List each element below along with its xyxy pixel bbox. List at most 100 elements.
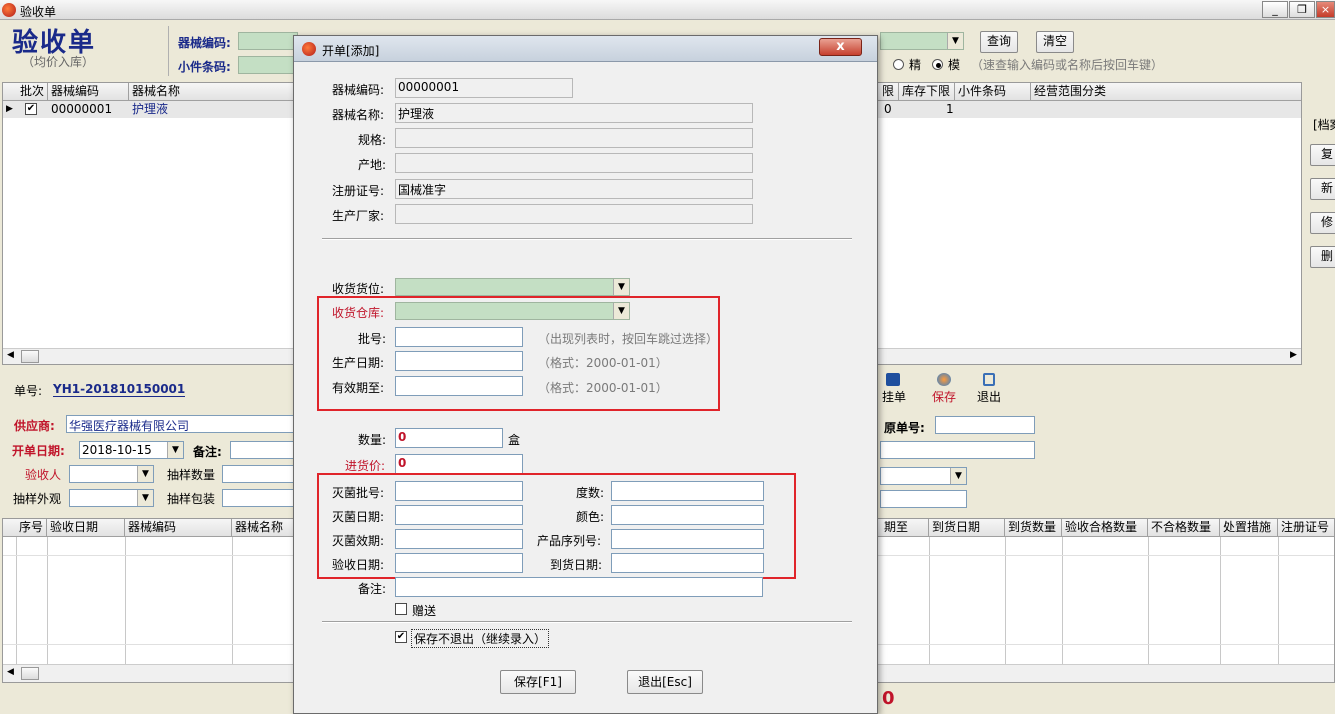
dialog-exit-button[interactable]: 退出[Esc]	[627, 670, 703, 694]
exit-button[interactable]: 退出	[977, 388, 1001, 405]
dlg-batch-input[interactable]	[395, 327, 523, 347]
supplier-input[interactable]: 华强医疗器械有限公司	[66, 415, 296, 433]
col-limit[interactable]: 限	[879, 83, 899, 101]
scroll-left-icon[interactable]: ◀	[7, 350, 14, 360]
dlg-steril-valid-input[interactable]	[395, 529, 523, 549]
dlg-origin-input[interactable]	[395, 153, 753, 173]
row-limit: 0	[884, 102, 892, 116]
dlg-color-input[interactable]	[611, 505, 764, 525]
dlg-steril-date-input[interactable]	[395, 505, 523, 525]
dlg-recv-location-select[interactable]: ▼	[395, 278, 630, 296]
dlg-spec-label: 规格:	[358, 133, 387, 147]
date-dropdown-icon[interactable]: ▼	[167, 442, 183, 458]
open-date-input[interactable]: 2018-10-15 ▼	[79, 441, 184, 459]
delete-button[interactable]: 删	[1310, 246, 1335, 268]
dlg-arrival-date-input[interactable]	[611, 553, 764, 573]
dlg-inspect-date-input[interactable]	[395, 553, 523, 573]
dlg-qty-input[interactable]: 0	[395, 428, 503, 448]
scroll-thumb[interactable]	[21, 350, 39, 363]
dlg-degree-label: 度数:	[576, 486, 605, 500]
dlg-steril-batch-input[interactable]	[395, 481, 523, 501]
remark-input[interactable]	[230, 441, 296, 459]
search-select[interactable]: ▼	[880, 32, 964, 50]
dlg-spec-input[interactable]	[395, 128, 753, 148]
col-disposal[interactable]: 处置措施	[1220, 519, 1278, 537]
dlg-degree-input[interactable]	[611, 481, 764, 501]
keep-open-checkbox[interactable]: ✔	[395, 631, 407, 643]
device-code-input[interactable]	[238, 32, 298, 50]
small-barcode-input[interactable]	[238, 56, 298, 74]
col-pass-qty[interactable]: 验收合格数量	[1062, 519, 1148, 537]
new-button[interactable]: 新	[1310, 178, 1335, 200]
orig-no-input[interactable]	[935, 416, 1035, 434]
dialog-save-button[interactable]: 保存[F1]	[500, 670, 576, 694]
hang-icon[interactable]	[886, 373, 900, 386]
exit-icon[interactable]	[983, 373, 995, 386]
chevron-down-icon[interactable]: ▼	[137, 490, 153, 506]
scroll-right-icon[interactable]: ▶	[1290, 350, 1297, 360]
chevron-down-icon[interactable]: ▼	[613, 303, 629, 319]
scroll-thumb[interactable]	[21, 667, 39, 680]
col-reg-no[interactable]: 注册证号	[1278, 519, 1334, 537]
col-inspect-date[interactable]: 验收日期	[47, 519, 125, 537]
sample-qty-input[interactable]	[222, 465, 296, 483]
clear-button[interactable]: 清空	[1036, 31, 1074, 53]
right-input-2[interactable]	[880, 441, 1035, 459]
radio-fuzzy[interactable]	[932, 59, 943, 70]
right-input-4[interactable]	[880, 490, 967, 508]
sample-pack-input[interactable]	[222, 489, 296, 507]
dlg-price-input[interactable]: 0	[395, 454, 523, 474]
scroll-left-icon[interactable]: ◀	[7, 667, 14, 677]
dlg-qty-label: 数量:	[358, 433, 387, 447]
dlg-valid-until-input[interactable]	[395, 376, 523, 396]
dlg-reg-no-input[interactable]: 国械准字	[395, 179, 753, 199]
query-button[interactable]: 查询	[980, 31, 1018, 53]
col-fail-qty[interactable]: 不合格数量	[1148, 519, 1220, 537]
col-device-code[interactable]: 器械编码	[125, 519, 232, 537]
dlg-reg-no-label: 注册证号:	[332, 184, 385, 198]
dlg-batch-hint: （出现列表时，按回车跳过选择）	[538, 332, 719, 346]
maximize-icon[interactable]: ❐	[1289, 1, 1315, 18]
dlg-manufacturer-input[interactable]	[395, 204, 753, 224]
keep-open-label: 保存不退出（继续录入）	[411, 629, 550, 648]
dlg-recv-warehouse-select[interactable]: ▼	[395, 302, 630, 320]
col-batch[interactable]: 批次	[17, 83, 48, 101]
dlg-note-input[interactable]	[395, 577, 763, 597]
dlg-device-code-input[interactable]: 00000001	[395, 78, 573, 98]
minimize-icon[interactable]: _	[1262, 1, 1288, 18]
col-business-scope[interactable]: 经营范围分类	[1031, 83, 1301, 101]
inspector-select[interactable]: ▼	[69, 465, 154, 483]
col-seq[interactable]: 序号	[16, 519, 47, 537]
modify-button[interactable]: 修	[1310, 212, 1335, 234]
dlg-serial-input[interactable]	[611, 529, 764, 549]
order-no-value: YH1-201810150001	[53, 382, 186, 397]
window-close-icon[interactable]: ×	[1316, 1, 1335, 18]
col-device-name[interactable]: 器械名称	[129, 83, 299, 101]
sample-look-select[interactable]: ▼	[69, 489, 154, 507]
chevron-down-icon[interactable]: ▼	[137, 466, 153, 482]
chevron-down-icon[interactable]: ▼	[613, 279, 629, 295]
dlg-steril-date-label: 灭菌日期:	[332, 510, 385, 524]
hang-button[interactable]: 挂单	[882, 388, 906, 405]
dlg-prod-date-input[interactable]	[395, 351, 523, 371]
save-icon[interactable]	[937, 373, 951, 386]
gift-checkbox[interactable]	[395, 603, 407, 615]
chevron-down-icon[interactable]: ▼	[947, 33, 963, 49]
chevron-down-icon[interactable]: ▼	[950, 468, 966, 484]
dlg-qty-unit: 盒	[508, 433, 521, 447]
col-device-code[interactable]: 器械编码	[48, 83, 129, 101]
right-select-3[interactable]: ▼	[880, 467, 967, 485]
col-small-barcode[interactable]: 小件条码	[955, 83, 1031, 101]
copy-button[interactable]: 复	[1310, 144, 1335, 166]
col-arrival-qty[interactable]: 到货数量	[1005, 519, 1062, 537]
col-valid-until[interactable]: 期至	[881, 519, 929, 537]
dialog-close-icon[interactable]: x	[819, 38, 862, 56]
col-stock-min[interactable]: 库存下限	[899, 83, 955, 101]
sample-pack-label: 抽样包装	[167, 492, 216, 506]
row-batch-checkbox[interactable]: ✔	[25, 103, 37, 115]
radio-exact[interactable]	[893, 59, 904, 70]
col-device-name[interactable]: 器械名称	[232, 519, 299, 537]
col-arrival-date[interactable]: 到货日期	[929, 519, 1005, 537]
save-button[interactable]: 保存	[932, 388, 956, 405]
dlg-device-name-input[interactable]: 护理液	[395, 103, 753, 123]
